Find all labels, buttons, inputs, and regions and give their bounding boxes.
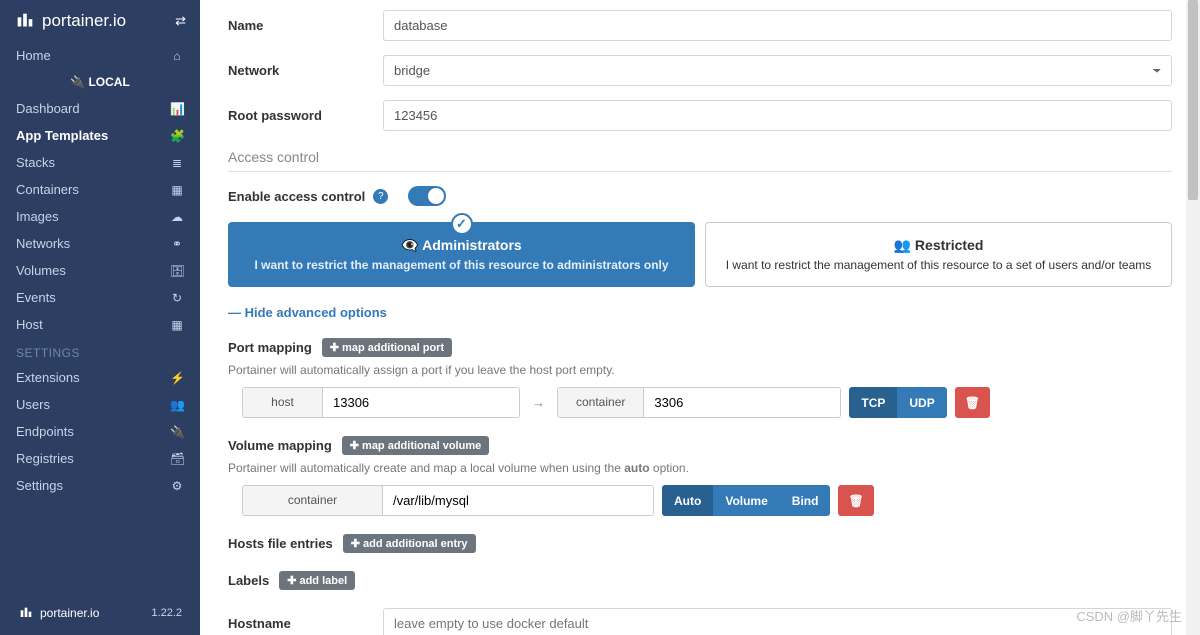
- sidebar-footer: portainer.io 1.22.2: [0, 591, 200, 635]
- name-label: Name: [228, 18, 383, 33]
- scrollbar-thumb[interactable]: [1188, 0, 1198, 200]
- access-control-header: Access control: [228, 149, 1172, 172]
- volumes-icon: 🗄: [170, 264, 184, 278]
- sidebar-item-dashboard[interactable]: Dashboard📊: [0, 95, 200, 122]
- sidebar-item-endpoints[interactable]: Endpoints🔌: [0, 418, 200, 445]
- rootpw-label: Root password: [228, 108, 383, 123]
- volume-mapping-header: Volume mapping: [228, 438, 332, 453]
- labels-header: Labels: [228, 573, 269, 588]
- admin-card-title: 👁‍🗨 Administrators: [245, 237, 678, 254]
- add-volume-button[interactable]: ✚ map additional volume: [342, 436, 489, 455]
- add-host-entry-button[interactable]: ✚ add additional entry: [343, 534, 476, 553]
- events-icon: ↻: [170, 291, 184, 305]
- sidebar: portainer.io ⇄ Home ⌂ 🔌 LOCAL Dashboard📊…: [0, 0, 200, 635]
- sidebar-local-header: 🔌 LOCAL: [0, 69, 200, 95]
- sidebar-item-extensions[interactable]: Extensions⚡: [0, 364, 200, 391]
- brand-header[interactable]: portainer.io ⇄: [0, 0, 200, 42]
- swap-icon[interactable]: ⇄: [175, 13, 186, 29]
- sidebar-item-host[interactable]: Host▦: [0, 311, 200, 338]
- sidebar-item-volumes[interactable]: Volumes🗄: [0, 257, 200, 284]
- sidebar-settings-header: SETTINGS: [0, 338, 200, 364]
- users-icon: 👥: [170, 398, 184, 412]
- sidebar-item-events[interactable]: Events↻: [0, 284, 200, 311]
- network-label: Network: [228, 63, 383, 78]
- help-icon[interactable]: ?: [373, 189, 388, 204]
- sidebar-item-registries[interactable]: Registries🗃: [0, 445, 200, 472]
- settings-icon: ⚙: [170, 479, 184, 493]
- host-port-label: host: [243, 388, 323, 417]
- footer-logo-icon: [18, 605, 34, 621]
- scrollbar[interactable]: [1186, 0, 1200, 635]
- add-port-button[interactable]: ✚ map additional port: [322, 338, 452, 357]
- logo-icon: [14, 10, 36, 32]
- registries-icon: 🗃: [170, 452, 184, 466]
- dashboard-icon: 📊: [170, 102, 184, 116]
- stacks-icon: ≣: [170, 156, 184, 170]
- sidebar-item-stacks[interactable]: Stacks≣: [0, 149, 200, 176]
- network-select[interactable]: bridge: [383, 55, 1172, 86]
- hostname-label: Hostname: [228, 616, 383, 631]
- access-card-restricted[interactable]: 👥 Restricted I want to restrict the mana…: [705, 222, 1172, 287]
- networks-icon: ⚭: [170, 237, 184, 251]
- hosts-entries-header: Hosts file entries: [228, 536, 333, 551]
- volume-button[interactable]: Volume: [713, 485, 779, 516]
- sidebar-item-users[interactable]: Users👥: [0, 391, 200, 418]
- sidebar-home[interactable]: Home ⌂: [0, 42, 200, 69]
- add-label-button[interactable]: ✚ add label: [279, 571, 355, 590]
- container-port-label: container: [558, 388, 644, 417]
- brand-text: portainer.io: [42, 11, 175, 31]
- hostname-input[interactable]: [383, 608, 1172, 635]
- host-port-input[interactable]: [323, 388, 519, 417]
- delete-volume-button[interactable]: 🗑: [838, 485, 873, 516]
- home-icon: ⌂: [170, 49, 184, 63]
- name-input[interactable]: [383, 10, 1172, 41]
- volume-hint: Portainer will automatically create and …: [228, 461, 1172, 475]
- bind-button[interactable]: Bind: [780, 485, 831, 516]
- templates-icon: 🧩: [170, 129, 184, 143]
- sidebar-item-networks[interactable]: Networks⚭: [0, 230, 200, 257]
- port-hint: Portainer will automatically assign a po…: [228, 363, 1172, 377]
- rootpw-input[interactable]: [383, 100, 1172, 131]
- extensions-icon: ⚡: [170, 371, 184, 385]
- hide-advanced-link[interactable]: — Hide advanced options: [228, 305, 1172, 320]
- arrow-icon: →: [528, 395, 549, 410]
- images-icon: ☁: [170, 210, 184, 224]
- check-icon: ✓: [451, 213, 473, 235]
- main-content: Name Network bridge Root password Access…: [200, 0, 1200, 635]
- tcp-button[interactable]: TCP: [849, 387, 897, 418]
- vol-container-label: container: [243, 486, 383, 515]
- sidebar-home-label: Home: [16, 48, 51, 63]
- sidebar-item-app-templates[interactable]: App Templates🧩: [0, 122, 200, 149]
- port-mapping-header: Port mapping: [228, 340, 312, 355]
- enable-access-label: Enable access control: [228, 189, 365, 204]
- access-card-administrators[interactable]: ✓ 👁‍🗨 Administrators I want to restrict …: [228, 222, 695, 287]
- endpoints-icon: 🔌: [170, 425, 184, 439]
- vol-container-input[interactable]: [383, 486, 653, 515]
- version-text: 1.22.2: [151, 607, 182, 619]
- container-port-input[interactable]: [644, 388, 840, 417]
- watermark-text: CSDN @脚丫先生: [1076, 606, 1182, 625]
- delete-port-button[interactable]: 🗑: [955, 387, 990, 418]
- auto-button[interactable]: Auto: [662, 485, 713, 516]
- restricted-card-desc: I want to restrict the management of thi…: [722, 258, 1155, 272]
- udp-button[interactable]: UDP: [897, 387, 946, 418]
- admin-card-desc: I want to restrict the management of thi…: [245, 258, 678, 272]
- sidebar-item-containers[interactable]: Containers▦: [0, 176, 200, 203]
- sidebar-item-settings[interactable]: Settings⚙: [0, 472, 200, 499]
- containers-icon: ▦: [170, 183, 184, 197]
- restricted-card-title: 👥 Restricted: [722, 237, 1155, 254]
- access-toggle[interactable]: [408, 186, 446, 206]
- footer-brand: portainer.io: [40, 606, 99, 620]
- sidebar-item-images[interactable]: Images☁: [0, 203, 200, 230]
- host-icon: ▦: [170, 318, 184, 332]
